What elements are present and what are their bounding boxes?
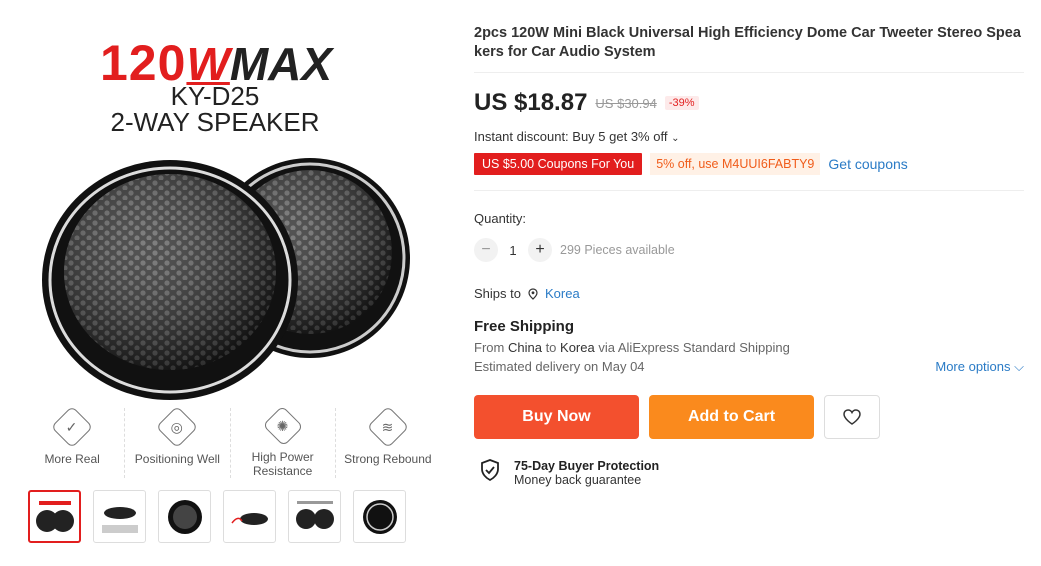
feature-row: ✓ More Real ◎ Positioning Well ✺ High Po… (20, 405, 440, 478)
buyer-protection: 75-Day Buyer Protection Money back guara… (474, 459, 1026, 487)
chevron-down-icon: ⌵ (1014, 359, 1024, 374)
thumbnail-4[interactable] (223, 490, 276, 543)
thumbnail-2[interactable] (93, 490, 146, 543)
current-price: US $18.87 (474, 89, 588, 116)
thumbnail-5[interactable] (288, 490, 341, 543)
decrease-button[interactable]: − (474, 238, 498, 262)
model-number: KY-D25 (170, 81, 260, 111)
instant-discount[interactable]: Instant discount: Buy 5 get 3% off ⌄ (474, 129, 1026, 144)
estimated-delivery: Estimated delivery on May 04 (474, 359, 645, 374)
coupon-row: US $5.00 Coupons For You 5% off, use M4U… (474, 152, 1026, 176)
rebound-icon: ≋ (366, 405, 410, 449)
quantity-value[interactable]: 1 (498, 243, 528, 258)
shield-check-icon (481, 459, 499, 481)
shipping-route: From China to Korea via AliExpress Stand… (474, 340, 790, 355)
thumbnail-1[interactable] (28, 490, 81, 543)
product-gallery: 120WMAX KY-D25 2-WAY SPEAKER ✓ More Real… (20, 20, 440, 550)
ships-to-row: Ships to Korea (474, 286, 580, 301)
feature-positioning: ◎ Positioning Well (125, 405, 231, 478)
quantity-label: Quantity: (474, 211, 527, 226)
original-price: US $30.94 (595, 95, 657, 111)
wishlist-button[interactable] (824, 395, 880, 439)
product-details: 2pcs 120W Mini Black Universal High Effi… (474, 24, 1026, 487)
buy-now-button[interactable]: Buy Now (474, 395, 639, 439)
thumbnail-6[interactable] (353, 490, 406, 543)
target-icon: ◎ (156, 405, 199, 449)
ships-to-location[interactable]: Korea (545, 286, 580, 301)
get-coupons-link[interactable]: Get coupons (828, 156, 907, 172)
free-shipping-heading: Free Shipping (474, 318, 575, 335)
product-title: 2pcs 120W Mini Black Universal High Effi… (474, 24, 1024, 73)
thumbnail-strip (28, 490, 406, 543)
discount-badge: -39% (664, 96, 699, 110)
power-icon: ✺ (262, 405, 304, 447)
increase-button[interactable]: + (528, 238, 552, 262)
check-icon: ✓ (50, 405, 94, 449)
feature-power: ✺ High Power Resistance (231, 405, 336, 478)
main-product-image[interactable]: 120WMAX KY-D25 2-WAY SPEAKER ✓ More Real… (20, 20, 440, 480)
divider (474, 190, 1024, 191)
more-options-link[interactable]: More options ⌵ (935, 359, 1024, 375)
location-pin-icon (528, 287, 538, 300)
store-coupon[interactable]: US $5.00 Coupons For You (474, 153, 643, 175)
price-row: US $18.87 US $30.94 -39% (474, 89, 1026, 117)
action-buttons: Buy Now Add to Cart (474, 395, 1026, 439)
quantity-stepper: − 1 + 299 Pieces available (474, 238, 1026, 262)
stock-available: 299 Pieces available (560, 243, 675, 257)
model-subtitle: 2-WAY SPEAKER (110, 107, 320, 137)
feature-more-real: ✓ More Real (20, 405, 126, 478)
promo-code[interactable]: 5% off, use M4UUI6FABTY9 (650, 153, 821, 175)
heart-icon (843, 409, 861, 425)
speaker-front (42, 160, 298, 400)
feature-rebound: ≋ Strong Rebound (336, 405, 440, 478)
thumbnail-3[interactable] (158, 490, 211, 543)
protection-title: 75-Day Buyer Protection (514, 459, 660, 473)
add-to-cart-button[interactable]: Add to Cart (649, 395, 814, 439)
speakers-illustration (42, 158, 410, 400)
protection-subtitle: Money back guarantee (514, 473, 642, 487)
chevron-down-icon: ⌄ (671, 133, 680, 144)
delivery-row: Estimated delivery on May 04 More option… (474, 359, 1024, 375)
